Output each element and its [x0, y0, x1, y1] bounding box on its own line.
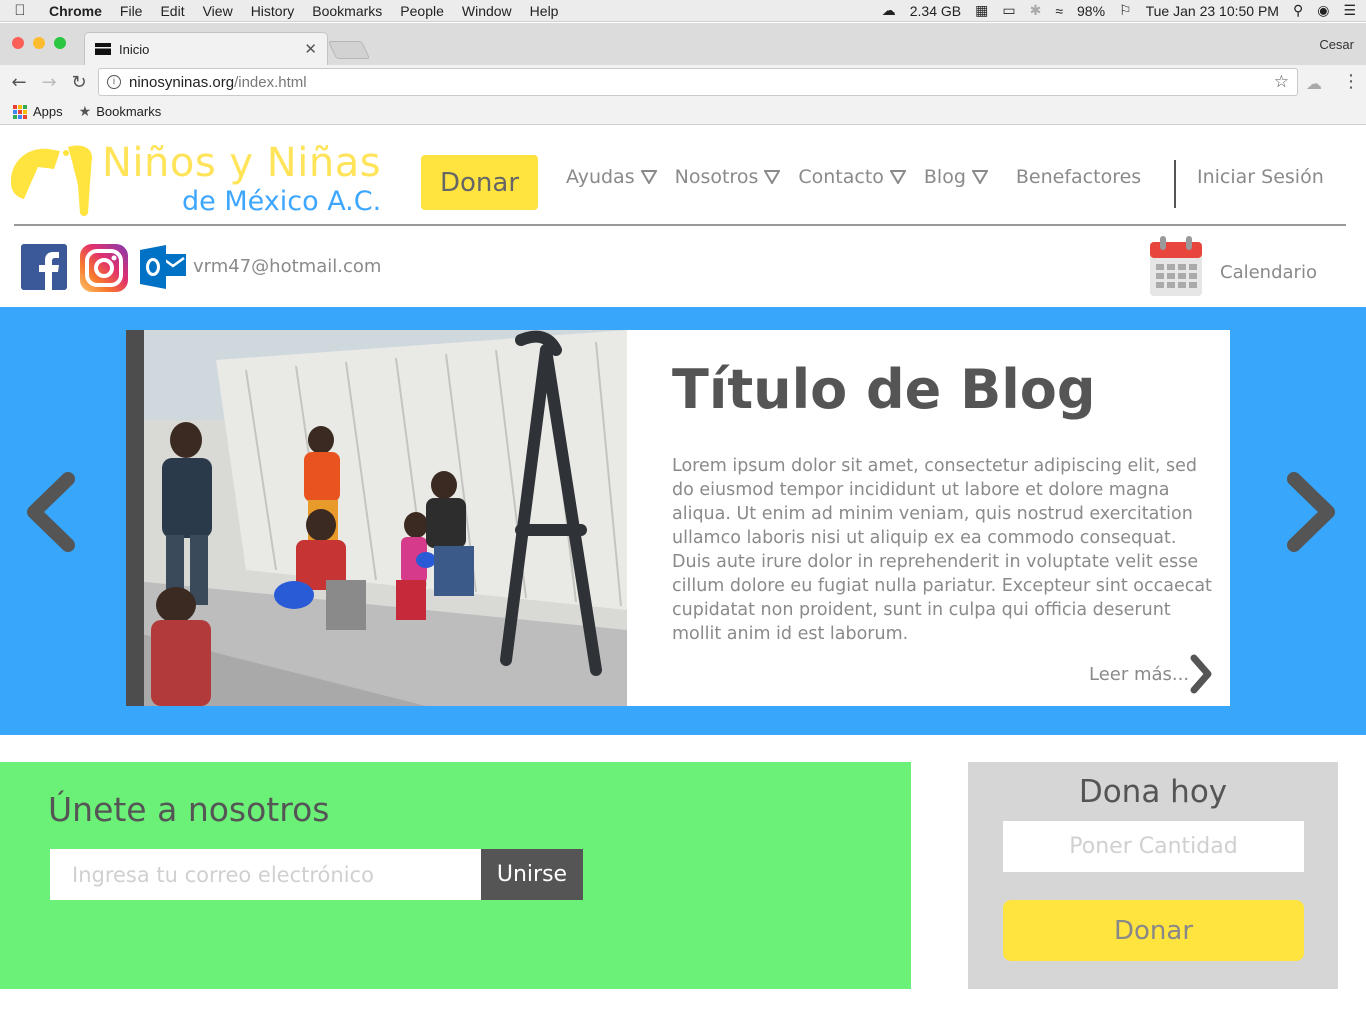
chrome-menu-icon[interactable]: ⋮ [1342, 71, 1360, 92]
facebook-icon[interactable] [21, 244, 67, 290]
memory-indicator[interactable]: 2.34 GB [910, 3, 961, 19]
maximize-window-button[interactable] [54, 37, 66, 49]
read-more-arrow-icon[interactable] [1186, 652, 1216, 696]
bookmark-folder-bookmarks[interactable]: Bookmarks [96, 104, 161, 119]
blog-card: Título de Blog Lorem ipsum dolor sit ame… [126, 330, 1230, 706]
menu-people[interactable]: People [391, 3, 453, 19]
cloud-icon[interactable]: ☁ [882, 2, 896, 19]
reload-icon[interactable]: ↻ [64, 72, 94, 93]
calendar-icon[interactable] [1148, 234, 1204, 298]
contact-email[interactable]: vrm47@hotmail.com [193, 256, 381, 277]
nav-item-label: Ayudas [566, 166, 635, 188]
blog-post-excerpt: Lorem ipsum dolor sit amet, consectetur … [672, 456, 1212, 644]
menu-view[interactable]: View [194, 3, 242, 19]
nav-divider [1174, 160, 1176, 208]
newsletter-email-input[interactable] [50, 849, 481, 900]
new-tab-button[interactable] [327, 41, 371, 59]
bookmark-star-icon[interactable]: ☆ [1274, 72, 1289, 92]
login-link[interactable]: Iniciar Sesión [1197, 166, 1324, 188]
nav-item-contacto[interactable]: Contacto [798, 166, 906, 188]
read-more-link[interactable]: Leer más... [1089, 664, 1189, 685]
url-path: /index.html [234, 73, 307, 91]
macos-menubar:  Chrome File Edit View History Bookmark… [0, 0, 1366, 22]
donate-submit-button[interactable]: Donar [1003, 900, 1304, 961]
donate-box-title: Dona hoy [1078, 774, 1228, 810]
bookmarks-bar: Apps ★ Bookmarks [0, 99, 1366, 125]
dropdown-triangle-icon [971, 170, 988, 184]
close-window-button[interactable] [12, 37, 24, 49]
notification-center-icon[interactable]: ☰ [1343, 2, 1356, 19]
newsletter-title: Únete a nosotros [48, 790, 330, 829]
nav-item-benefactores[interactable]: Benefactores [1016, 166, 1141, 188]
nav-item-nosotros[interactable]: Nosotros [675, 166, 781, 188]
apps-grid-icon [13, 104, 27, 119]
apple-menu-icon[interactable]:  [0, 2, 40, 19]
blog-post-title: Título de Blog [672, 358, 1096, 421]
wifi-icon[interactable]: ≈ [1055, 3, 1063, 19]
menu-help[interactable]: Help [521, 3, 568, 19]
browser-toolbar: ← → ↻ i ninosyninas.org/index.html ☆ ☁ ⋮ [0, 65, 1366, 99]
windows-icon[interactable]: ▦ [975, 2, 988, 19]
back-arrow-icon[interactable]: ← [4, 72, 34, 93]
site-info-icon[interactable]: i [107, 75, 121, 89]
carousel-next-arrow-icon[interactable] [1284, 469, 1340, 555]
main-nav: Ayudas Nosotros Contacto Blog Benefactor… [566, 166, 1159, 188]
address-bar[interactable]: i ninosyninas.org/index.html ☆ [98, 68, 1298, 96]
forward-arrow-icon[interactable]: → [34, 72, 64, 93]
flag-icon[interactable]: ⚐ [1119, 2, 1132, 19]
minimize-window-button[interactable] [33, 37, 45, 49]
tab-title: Inicio [119, 41, 150, 57]
bookmark-apps[interactable]: Apps [33, 104, 63, 119]
browser-tab-strip: Inicio ✕ Cesar [0, 23, 1366, 65]
url-domain: ninosyninas.org [129, 73, 235, 91]
nav-item-label: Benefactores [1015, 166, 1142, 188]
dropdown-triangle-icon [640, 170, 657, 184]
logo-subtitle[interactable]: de México A.C. [182, 186, 381, 217]
blog-carousel: Título de Blog Lorem ipsum dolor sit ame… [0, 307, 1366, 735]
spotlight-search-icon[interactable]: ⚲ [1293, 2, 1303, 19]
dropdown-triangle-icon [889, 170, 906, 184]
bluetooth-icon[interactable]: ✱ [1030, 2, 1042, 19]
outlook-icon[interactable] [140, 244, 186, 290]
menu-window[interactable]: Window [453, 3, 521, 19]
battery-percent[interactable]: 98% [1077, 3, 1105, 19]
web-page: Niños y Niñas de México A.C. Donar Ayuda… [0, 126, 1366, 1024]
header-donate-button[interactable]: Donar [421, 155, 538, 210]
dropdown-triangle-icon [764, 170, 781, 184]
donate-box: Dona hoy Donar [968, 762, 1338, 989]
bookmarks-star-icon: ★ [78, 103, 92, 119]
siri-icon[interactable]: ◉ [1317, 2, 1329, 19]
airplay-icon[interactable]: ▭ [1002, 2, 1015, 19]
browser-tab-active[interactable]: Inicio ✕ [84, 32, 328, 65]
menu-app-name[interactable]: Chrome [40, 3, 111, 19]
profile-name[interactable]: Cesar [1319, 37, 1354, 52]
menu-bookmarks[interactable]: Bookmarks [303, 3, 391, 19]
calendar-link[interactable]: Calendario [1220, 262, 1317, 283]
menu-history[interactable]: History [242, 3, 304, 19]
nav-item-blog[interactable]: Blog [924, 166, 988, 188]
nav-item-label: Nosotros [674, 166, 759, 188]
site-favicon-icon [95, 43, 111, 55]
donation-amount-input[interactable] [1003, 821, 1304, 872]
carousel-prev-arrow-icon[interactable] [22, 469, 78, 555]
blog-photo-children-swings [126, 330, 627, 706]
logo-title[interactable]: Niños y Niñas [102, 140, 381, 186]
nav-item-ayudas[interactable]: Ayudas [566, 166, 657, 188]
tab-close-icon[interactable]: ✕ [304, 40, 317, 58]
menu-file[interactable]: File [111, 3, 152, 19]
extension-cloud-icon[interactable]: ☁ [1306, 74, 1322, 93]
instagram-icon[interactable] [80, 244, 128, 292]
header-divider [14, 224, 1346, 226]
newsletter-signup: Únete a nosotros Unirse [0, 762, 911, 989]
nav-item-label: Blog [923, 166, 966, 188]
menu-edit[interactable]: Edit [151, 3, 193, 19]
newsletter-join-button[interactable]: Unirse [481, 849, 583, 900]
logo-children-icon[interactable] [8, 141, 94, 219]
nav-item-label: Contacto [798, 166, 884, 188]
clock[interactable]: Tue Jan 23 10:50 PM [1146, 3, 1279, 19]
